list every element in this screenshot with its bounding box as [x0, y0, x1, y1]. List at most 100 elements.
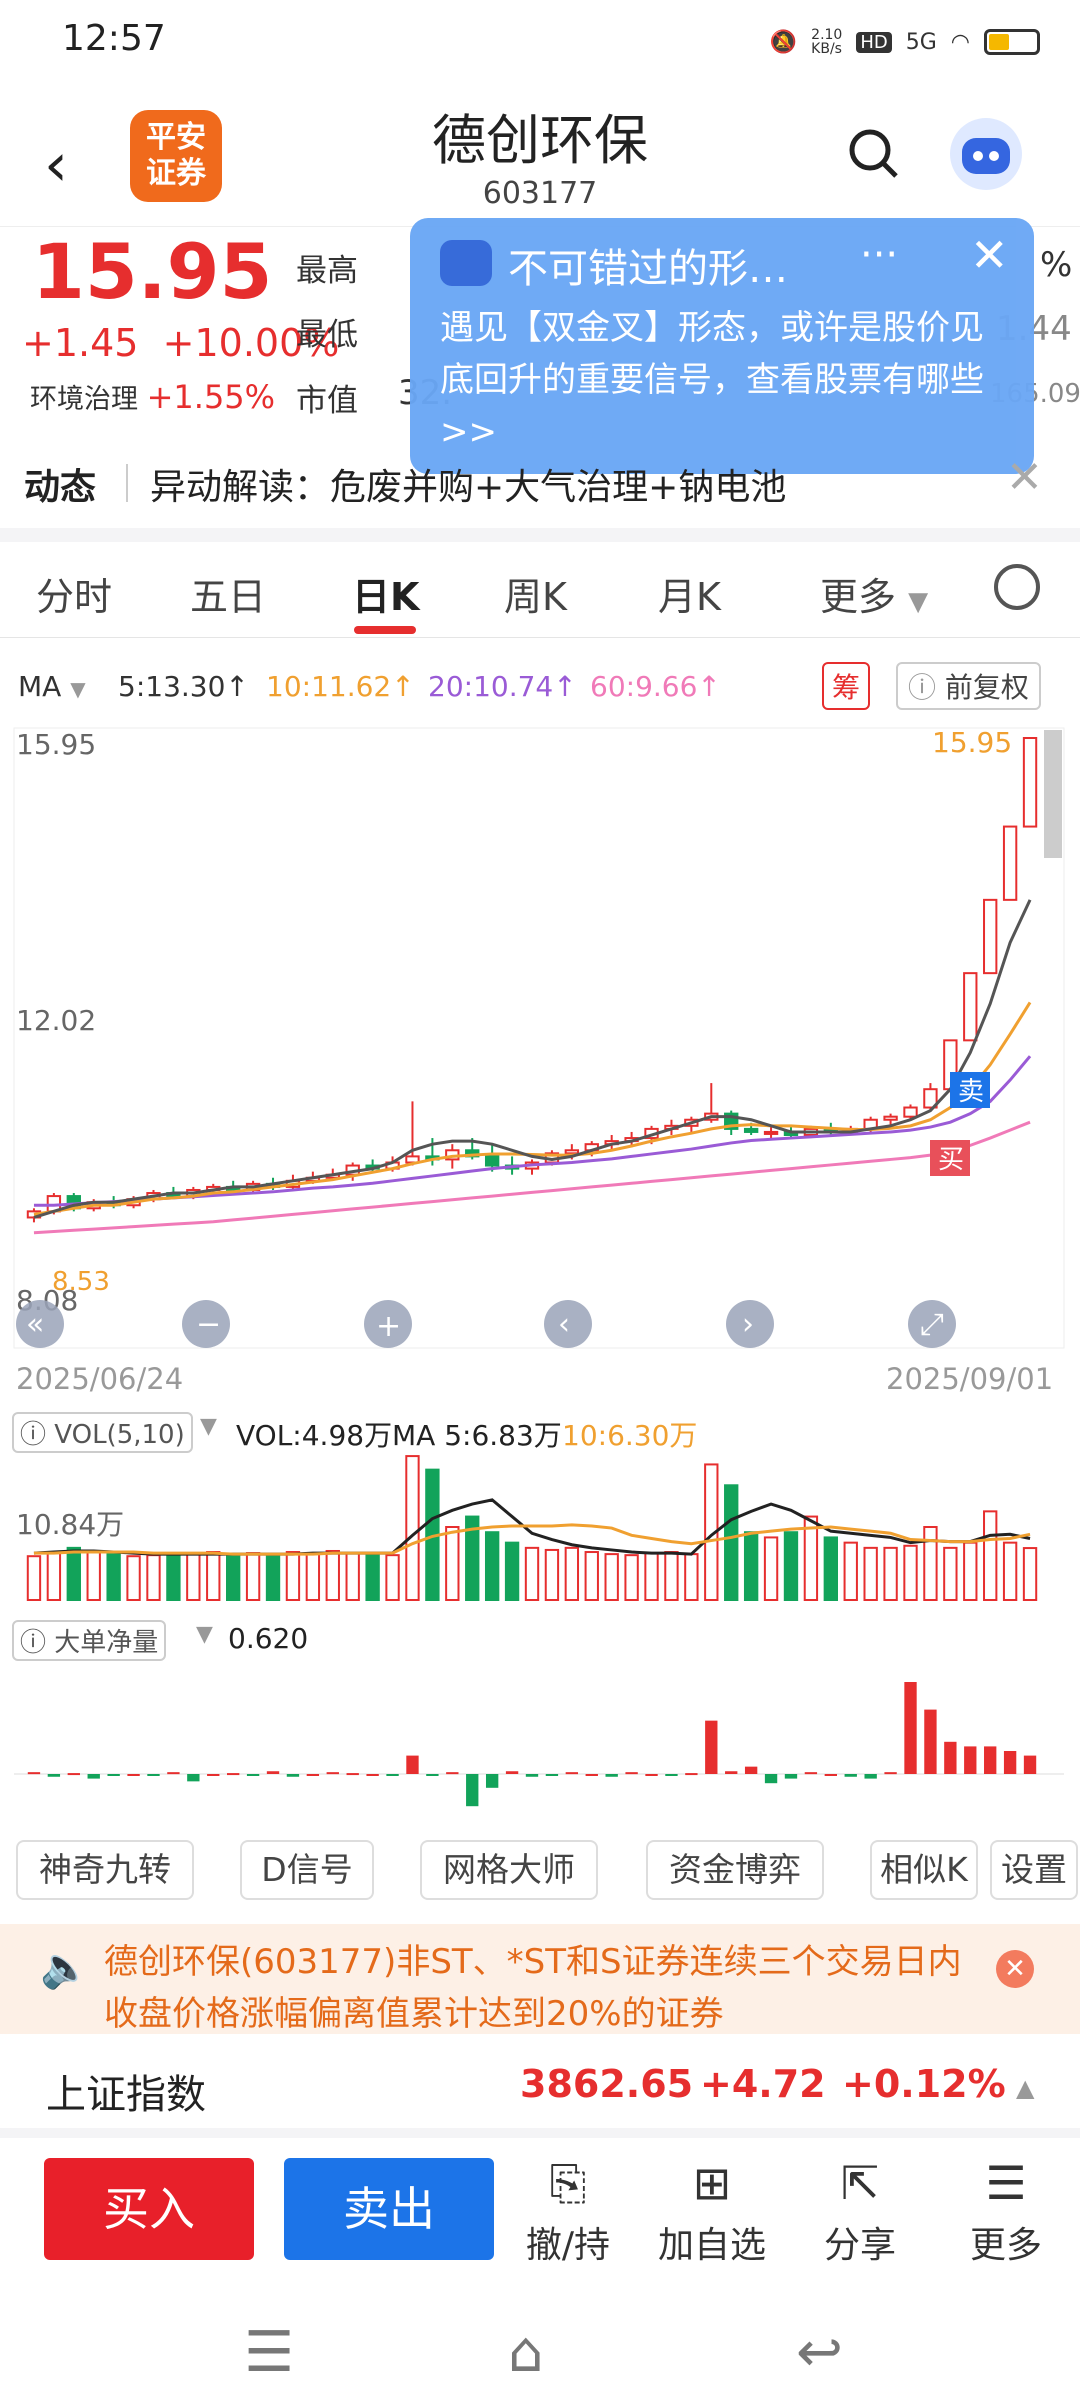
volume-bar: [226, 1554, 241, 1601]
sector-info[interactable]: 环境治理 +1.55%: [30, 377, 275, 416]
recents-icon[interactable]: ☰: [244, 2320, 294, 2385]
ma20-line: [33, 1055, 1032, 1207]
popup-title: 不可错过的形…: [508, 246, 788, 292]
index-ticker[interactable]: 上证指数 3862.65 +4.72 +0.12% ▲: [0, 2034, 1080, 2138]
add-watchlist-button[interactable]: ⊞ 加自选: [652, 2156, 772, 2268]
adjust-label: 前复权: [944, 671, 1029, 704]
home-icon[interactable]: ⌂: [508, 2320, 544, 2385]
assistant-robot-icon[interactable]: [950, 118, 1022, 190]
news-bar[interactable]: 动态 异动解读：危废并购+大气治理+钠电池 ✕: [0, 440, 1080, 530]
ma-selector[interactable]: MA ▼: [18, 670, 86, 703]
big-order-bar: [984, 1746, 997, 1774]
big-order-bar: [505, 1771, 519, 1774]
volume-bar: [126, 1555, 141, 1601]
share-button[interactable]: ⇱ 分享: [800, 2156, 920, 2268]
volume-bar: [206, 1551, 221, 1601]
pattern-popup[interactable]: 不可错过的形… ··· ✕ 遇见【双金叉】形态，或许是股价见底回升的重要信号，查…: [410, 218, 1034, 474]
chevron-up-icon[interactable]: ▲: [1016, 2074, 1034, 2102]
more-button[interactable]: ☰ 更多: [946, 2156, 1066, 2268]
tool-d-signal[interactable]: D信号: [240, 1840, 374, 1900]
big-order-bar: [446, 1772, 459, 1775]
volume-bar: [823, 1536, 838, 1602]
popup-body[interactable]: 遇见【双金叉】形态，或许是股价见底回升的重要信号，查看股票有哪些>>: [440, 302, 1010, 458]
volume-bar: [385, 1554, 400, 1601]
y-mid-label: 12.02: [16, 1004, 96, 1037]
notice-text: 德创环保(603177)非ST、*ST和S证券连续三个交易日内收盘价格涨幅偏离值…: [104, 1942, 962, 2034]
hd-icon: HD: [856, 31, 892, 53]
kline-chart[interactable]: 15.95 12.02 8.08 15.95 8.53 卖 买 « − + ‹ …: [0, 718, 1080, 1358]
gear-icon[interactable]: [994, 564, 1040, 610]
big-order-bar: [306, 1774, 320, 1776]
tool-settings[interactable]: 设置: [990, 1840, 1078, 1900]
chip-distribution-button[interactable]: 筹: [822, 662, 871, 710]
adjust-selector[interactable]: ⓘ 前复权: [896, 662, 1041, 710]
candle: [883, 1115, 898, 1121]
news-text[interactable]: 异动解读：危废并购+大气治理+钠电池: [150, 458, 786, 510]
turnover-partial: %: [1040, 245, 1073, 285]
volume-bar: [943, 1546, 958, 1601]
chevron-down-icon[interactable]: ▼: [200, 1414, 217, 1439]
big-order-svg: [14, 1682, 1064, 1807]
popup-close-icon[interactable]: ✕: [970, 228, 1009, 282]
tab-more[interactable]: 更多 ▼: [820, 566, 928, 621]
big-order-bar: [884, 1772, 897, 1775]
big-order-bar: [784, 1774, 798, 1779]
section-gap: [0, 528, 1080, 542]
stock-name: 德创环保: [432, 109, 648, 172]
label-high: 最高: [296, 253, 358, 289]
date-start: 2025/06/24: [16, 1362, 184, 1396]
search-icon[interactable]: [846, 126, 902, 182]
popup-robot-icon: [440, 240, 492, 286]
date-axis: 2025/06/24 2025/09/01: [0, 1358, 1080, 1398]
volume-bar: [684, 1553, 699, 1602]
cancel-hold-button[interactable]: ⎘ 撤/持: [508, 2156, 628, 2268]
tab-weekly-k[interactable]: 周K: [504, 566, 567, 621]
popup-more-icon[interactable]: ···: [860, 232, 898, 278]
big-order-bar: [804, 1772, 818, 1775]
volume-bar: [46, 1552, 62, 1601]
price-change: +1.45 +10.00%: [22, 321, 339, 365]
big-order-bar: [27, 1772, 41, 1775]
volume-bar: [544, 1548, 560, 1601]
volume-bar: [325, 1549, 340, 1602]
volume-chart[interactable]: 10.84万: [0, 1450, 1080, 1610]
news-tag: 动态: [24, 467, 97, 508]
tool-capital-game[interactable]: 资金博弈: [646, 1840, 824, 1900]
big-order-bar: [964, 1746, 977, 1774]
news-close-icon[interactable]: ✕: [1006, 452, 1043, 503]
tool-nine-turn[interactable]: 神奇九转: [16, 1840, 194, 1900]
volume-bar: [883, 1546, 898, 1601]
tab-more-label: 更多: [820, 575, 897, 619]
risk-notice[interactable]: 🔈 德创环保(603177)非ST、*ST和S证券连续三个交易日内收盘价格涨幅偏…: [0, 1924, 1080, 2034]
back-nav-icon[interactable]: ↩: [796, 2320, 843, 2385]
notice-close-icon[interactable]: ✕: [996, 1950, 1034, 1988]
tab-five-day[interactable]: 五日: [190, 566, 266, 621]
ma10-value: 10:11.62↑: [266, 670, 415, 703]
big-order-chart[interactable]: [0, 1658, 1080, 1818]
ma60-value: 60:9.66↑: [590, 670, 721, 703]
big-order-value: 0.620: [228, 1622, 309, 1655]
date-end: 2025/09/01: [886, 1362, 1054, 1396]
big-order-label: 大单净量: [54, 1628, 159, 1658]
tab-intraday[interactable]: 分时: [36, 566, 112, 621]
index-name: 上证指数: [46, 2072, 206, 2118]
news-divider: [126, 464, 128, 502]
tab-monthly-k[interactable]: 月K: [658, 566, 721, 621]
big-order-bar: [1003, 1751, 1017, 1774]
expand-glyph: ⤢: [920, 1307, 944, 1342]
big-order-bar: [246, 1774, 260, 1776]
left-glyph: ‹: [558, 1307, 570, 1342]
big-order-selector[interactable]: ⓘ 大单净量: [12, 1620, 167, 1661]
tool-grid-master[interactable]: 网格大师: [420, 1840, 598, 1900]
big-order-bar: [466, 1774, 479, 1807]
buy-button[interactable]: 买入: [44, 2158, 254, 2260]
tab-daily-k[interactable]: 日K: [352, 566, 419, 621]
tool-similar-k[interactable]: 相似K: [870, 1840, 978, 1900]
chevron-down-icon[interactable]: ▼: [196, 1622, 213, 1647]
big-order-bar: [386, 1774, 399, 1776]
sell-button[interactable]: 卖出: [284, 2158, 494, 2260]
volume-selector[interactable]: ⓘ VOL(5,10): [12, 1412, 193, 1453]
chart-scrollbar[interactable]: [1044, 730, 1062, 858]
candle: [963, 972, 978, 1042]
chart-controls: [16, 1300, 956, 1348]
